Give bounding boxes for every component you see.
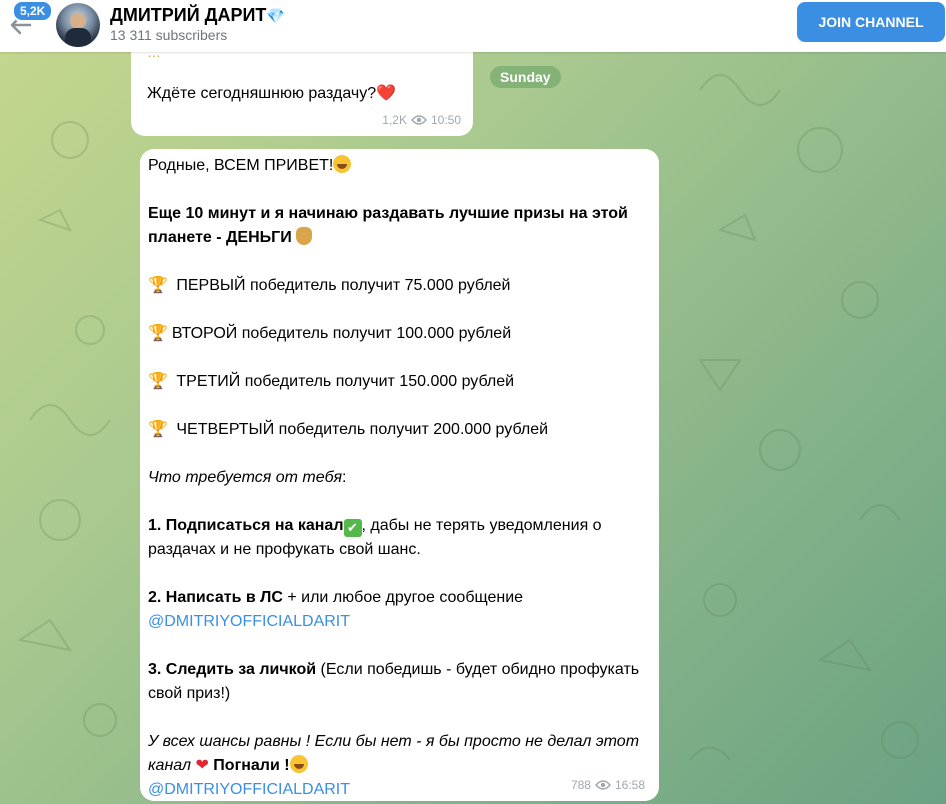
trophy-icon: 🏆 bbox=[148, 325, 168, 342]
trophy-icon: 🏆 bbox=[148, 277, 168, 294]
star-struck-emoji-icon bbox=[333, 155, 352, 173]
channel-title[interactable]: ДМИТРИЙ ДАРИТ💎 bbox=[110, 5, 285, 26]
requirement-2: 2. Написать в ЛС + или любое другое сооб… bbox=[148, 586, 648, 634]
trophy-icon: 🏆 bbox=[148, 421, 168, 438]
check-mark-icon: ✔ bbox=[343, 519, 362, 537]
subscriber-count: 13 311 subscribers bbox=[110, 27, 228, 43]
requirement-2-title: 2. Написать в ЛС bbox=[148, 589, 283, 606]
message-time: 16:58 bbox=[614, 778, 645, 792]
intro-text: Еще 10 минут и я начинаю раздавать лучши… bbox=[148, 205, 628, 246]
diamond-icon: 💎 bbox=[266, 8, 286, 25]
heart-icon: ❤ bbox=[195, 757, 209, 774]
username-link[interactable]: @DMITRIYOFFICIALDARIT bbox=[148, 781, 350, 798]
requirement-2-text: + или любое другое сообщение bbox=[282, 589, 524, 606]
requirements-label: Что требуется от тебя bbox=[148, 469, 342, 486]
message-meta: 788 16:58 bbox=[571, 773, 645, 797]
prize-text: ПЕРВЫЙ победитель получит 75.000 рублей bbox=[176, 277, 511, 294]
requirement-1: 1. Подписаться на канал ✔, дабы не терять… bbox=[148, 514, 648, 562]
prize-line: 🏆 ТРЕТИЙ победитель получит 150.000 рубл… bbox=[148, 370, 648, 394]
requirements-heading: Что требуется от тебя: bbox=[148, 469, 347, 486]
username-link[interactable]: @DMITRIYOFFICIALDARIT bbox=[148, 613, 350, 630]
unread-badge: 5,2K bbox=[12, 0, 54, 22]
message-text-body: Ждёте сегодняшнюю раздачу? bbox=[147, 85, 377, 102]
join-channel-button[interactable]: JOIN CHANNEL bbox=[797, 2, 945, 42]
eye-icon bbox=[594, 780, 611, 790]
prize-text: ТРЕТИЙ победитель получит 150.000 рублей bbox=[176, 373, 515, 390]
channel-title-text: ДМИТРИЙ ДАРИТ bbox=[110, 5, 267, 25]
channel-header: 5,2K ДМИТРИЙ ДАРИТ💎 13 311 subscribers J… bbox=[0, 0, 946, 52]
requirement-3: 3. Следить за личкой (Если победишь - бу… bbox=[148, 658, 648, 706]
greeting-line: Родные, ВСЕМ ПРИВЕТ! bbox=[148, 154, 648, 178]
heart-icon: ❤️ bbox=[376, 85, 397, 102]
intro-line: Еще 10 минут и я начинаю раздавать лучши… bbox=[148, 202, 648, 250]
star-struck-emoji-icon bbox=[289, 755, 308, 773]
view-count: 788 bbox=[570, 778, 591, 792]
greeting-text: Родные, ВСЕМ ПРИВЕТ! bbox=[148, 157, 334, 174]
prize-text: ВТОРОЙ победитель получит 100.000 рублей bbox=[171, 325, 512, 342]
prize-line: 🏆 ЧЕТВЕРТЫЙ победитель получит 200.000 р… bbox=[148, 418, 648, 442]
message-time: 10:50 bbox=[430, 113, 461, 127]
eye-icon bbox=[410, 115, 427, 125]
money-bag-icon bbox=[296, 227, 313, 245]
date-pill: Sunday bbox=[490, 66, 561, 88]
channel-avatar[interactable] bbox=[56, 3, 100, 47]
requirement-3-title: 3. Следить за личкой bbox=[148, 661, 317, 678]
message-meta: 1,2K 10:50 bbox=[382, 108, 461, 132]
closing-bold-text: Погнали ! bbox=[208, 757, 290, 774]
prize-text: ЧЕТВЕРТЫЙ победитель получит 200.000 руб… bbox=[176, 421, 549, 438]
requirement-1-title: 1. Подписаться на канал bbox=[148, 517, 344, 534]
message-text: Ждёте сегодняшнюю раздачу?❤️ bbox=[147, 82, 396, 106]
message-bubble[interactable]: Родные, ВСЕМ ПРИВЕТ! Еще 10 минут и я на… bbox=[140, 149, 659, 801]
prize-line: 🏆 ВТОРОЙ победитель получит 100.000 рубле… bbox=[148, 322, 648, 346]
view-count: 1,2K bbox=[382, 113, 407, 127]
prize-line: 🏆 ПЕРВЫЙ победитель получит 75.000 рубле… bbox=[148, 274, 648, 298]
trophy-icon: 🏆 bbox=[148, 373, 168, 390]
